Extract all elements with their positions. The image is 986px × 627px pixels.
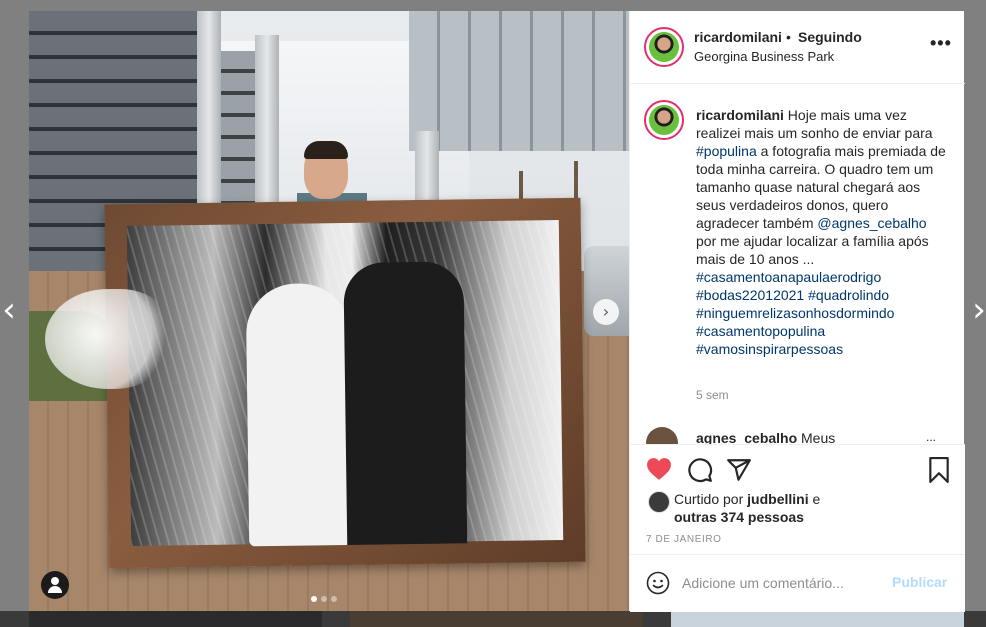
post-actions: Curtido por judbellini e outras 374 pesso… xyxy=(630,444,965,555)
liker-username[interactable]: judbellini xyxy=(747,491,808,507)
caption-username[interactable]: ricardomilani xyxy=(696,107,784,123)
follow-status-button[interactable]: Seguindo xyxy=(798,29,862,45)
publish-button[interactable]: Publicar xyxy=(892,574,947,590)
photo-bride xyxy=(245,282,354,547)
emoji-icon[interactable] xyxy=(646,571,670,595)
carousel-next-icon[interactable]: › xyxy=(593,299,619,325)
caption-avatar[interactable] xyxy=(644,100,684,140)
previous-post-icon[interactable]: ‹ xyxy=(0,293,20,329)
caption-timestamp[interactable]: 5 sem xyxy=(696,388,729,402)
hashtag-link[interactable]: #quadrolindo xyxy=(808,287,889,303)
author-username[interactable]: ricardomilani xyxy=(694,29,782,45)
hashtag-link[interactable]: #casamentopopulina xyxy=(696,323,825,339)
carousel-indicator xyxy=(311,589,341,602)
hashtag-link[interactable]: #casamentoanapaulaerodrigo xyxy=(696,269,881,285)
feed-background-strip xyxy=(0,611,986,627)
header-separator: • xyxy=(786,29,791,45)
add-comment-bar: Publicar xyxy=(630,554,965,612)
photo-building-right xyxy=(409,11,629,151)
share-icon[interactable] xyxy=(726,457,752,483)
likes-count-link[interactable]: outras 374 pessoas xyxy=(674,509,804,525)
mention-link[interactable]: @agnes_cebalho xyxy=(817,215,926,231)
commenter-avatar[interactable] xyxy=(646,427,678,444)
more-options-icon[interactable]: ••• xyxy=(930,33,952,54)
photo-person-hair xyxy=(304,141,348,159)
post-caption: ricardomilani Hoje mais uma vez realizei… xyxy=(696,106,946,358)
next-post-icon[interactable]: › xyxy=(968,293,986,329)
hashtag-link[interactable]: #populina xyxy=(696,143,757,159)
photo-wedding-print xyxy=(126,219,564,547)
hashtag-link[interactable]: #ninguemrelizasonhosdormindo xyxy=(696,305,894,321)
hashtag-link[interactable]: #vamosinspirarpessoas xyxy=(696,341,843,357)
comment-input[interactable] xyxy=(682,571,882,595)
comment-icon[interactable] xyxy=(687,457,713,483)
author-avatar[interactable] xyxy=(644,27,684,67)
liker-avatar[interactable] xyxy=(648,491,670,513)
caption-text: por me ajudar localizar a família após m… xyxy=(696,233,929,267)
hashtag-link[interactable]: #bodas22012021 xyxy=(696,287,804,303)
post-location[interactable]: Georgina Business Park xyxy=(694,49,834,64)
comments-list[interactable]: ricardomilani Hoje mais uma vez realizei… xyxy=(630,84,965,444)
carousel-dot xyxy=(311,596,317,602)
post-photo[interactable]: › xyxy=(29,11,629,611)
user-tag-icon[interactable] xyxy=(41,571,69,599)
photo-groom xyxy=(343,261,468,545)
comment-options-icon[interactable]: ... xyxy=(926,430,936,444)
post-date[interactable]: 7 DE JANEIRO xyxy=(646,534,722,545)
comment-text: Meus xyxy=(801,430,836,444)
heart-icon[interactable] xyxy=(646,457,672,481)
bookmark-icon[interactable] xyxy=(927,457,951,483)
post-sidebar: ricardomilani • Seguindo Georgina Busine… xyxy=(629,11,965,612)
commenter-username[interactable]: agnes_cebalho xyxy=(696,430,797,444)
post-modal: › ricardomilani • Seguindo Georgina Busi… xyxy=(29,11,965,612)
carousel-dot xyxy=(321,596,327,602)
photo-tulle-bow xyxy=(45,289,171,389)
photo-wooden-frame xyxy=(104,197,586,569)
carousel-dot xyxy=(331,596,337,602)
likes-conjunction: e xyxy=(812,491,821,507)
post-header: ricardomilani • Seguindo Georgina Busine… xyxy=(630,11,965,84)
likes-summary: Curtido por judbellini e outras 374 pesso… xyxy=(674,490,954,526)
likes-prefix: Curtido por xyxy=(674,491,744,507)
